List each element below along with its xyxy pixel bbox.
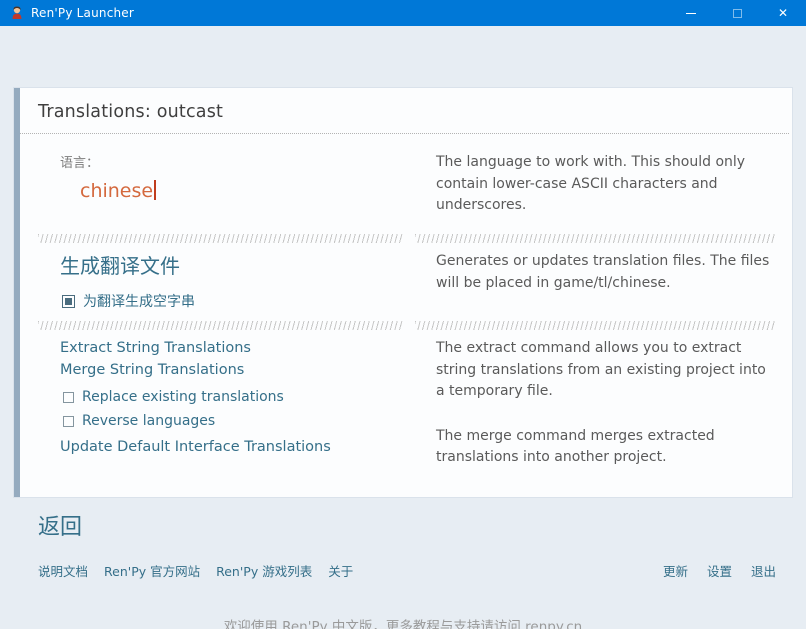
translations-form: 语言： chinese The language to work with. T… xyxy=(20,148,792,469)
window-controls: ✕ xyxy=(668,0,806,26)
hatch-divider xyxy=(415,321,775,330)
close-icon: ✕ xyxy=(777,6,789,20)
back-button[interactable]: 返回 xyxy=(38,509,82,541)
ticker-text: 欢迎使用 Ren'Py 中文版，更多教程与支持请访问 renpy.cn xyxy=(223,619,583,629)
help-text-merge: The merge command merges extracted trans… xyxy=(436,427,715,466)
generate-empty-strings-checkbox[interactable]: 为翻译生成空字串 xyxy=(62,291,195,311)
merge-string-translations-button[interactable]: Merge String Translations xyxy=(60,360,244,382)
text-cursor-icon xyxy=(154,180,157,200)
close-button[interactable]: ✕ xyxy=(760,0,806,26)
titlebar: Ren'Py Launcher ✕ xyxy=(0,0,806,26)
hatch-divider xyxy=(415,234,775,243)
checkbox-checked-icon xyxy=(62,294,75,308)
language-label: 语言： xyxy=(60,156,100,171)
language-input[interactable]: chinese xyxy=(80,180,157,202)
checkbox-unchecked-icon xyxy=(63,391,74,403)
page-title: Translations: outcast xyxy=(38,102,224,122)
about-link[interactable]: 关于 xyxy=(328,561,353,580)
checkbox-label: 为翻译生成空字串 xyxy=(83,294,195,310)
app-icon xyxy=(9,5,25,21)
checkbox-unchecked-icon xyxy=(63,415,74,427)
renpy-website-link[interactable]: Ren'Py 官方网站 xyxy=(104,561,200,580)
help-text-language: The language to work with. This should o… xyxy=(436,154,746,213)
maximize-button[interactable] xyxy=(714,0,760,26)
minimize-button[interactable] xyxy=(668,0,714,26)
language-value: chinese xyxy=(80,180,154,202)
help-text-generate: Generates or updates translation files. … xyxy=(436,253,770,291)
checkbox-label: Reverse languages xyxy=(82,413,216,429)
window-title: Ren'Py Launcher xyxy=(31,6,135,20)
hatch-divider xyxy=(38,234,403,243)
renpy-games-list-link[interactable]: Ren'Py 游戏列表 xyxy=(216,561,312,580)
help-text-extract: The extract command allows you to extrac… xyxy=(436,340,766,399)
preferences-link[interactable]: 设置 xyxy=(707,561,732,580)
generate-translations-button[interactable]: 生成翻译文件 xyxy=(60,250,180,279)
maximize-icon xyxy=(732,8,742,18)
update-default-interface-translations-button[interactable]: Update Default Interface Translations xyxy=(60,437,331,459)
extract-string-translations-button[interactable]: Extract String Translations xyxy=(60,338,251,360)
update-link[interactable]: 更新 xyxy=(663,561,688,580)
content-panel: Translations: outcast 语言： chinese The la… xyxy=(14,88,792,497)
title-divider xyxy=(20,133,789,134)
checkbox-label: Replace existing translations xyxy=(82,389,284,405)
reverse-languages-checkbox[interactable]: Reverse languages xyxy=(62,413,215,429)
minimize-icon xyxy=(686,12,696,14)
replace-existing-translations-checkbox[interactable]: Replace existing translations xyxy=(62,389,284,405)
quit-link[interactable]: 退出 xyxy=(751,561,776,580)
documentation-link[interactable]: 说明文档 xyxy=(38,561,88,580)
hatch-divider xyxy=(38,321,403,330)
footer-nav: 说明文档 Ren'Py 官方网站 Ren'Py 游戏列表 关于 更新 设置 退出 xyxy=(38,561,776,580)
